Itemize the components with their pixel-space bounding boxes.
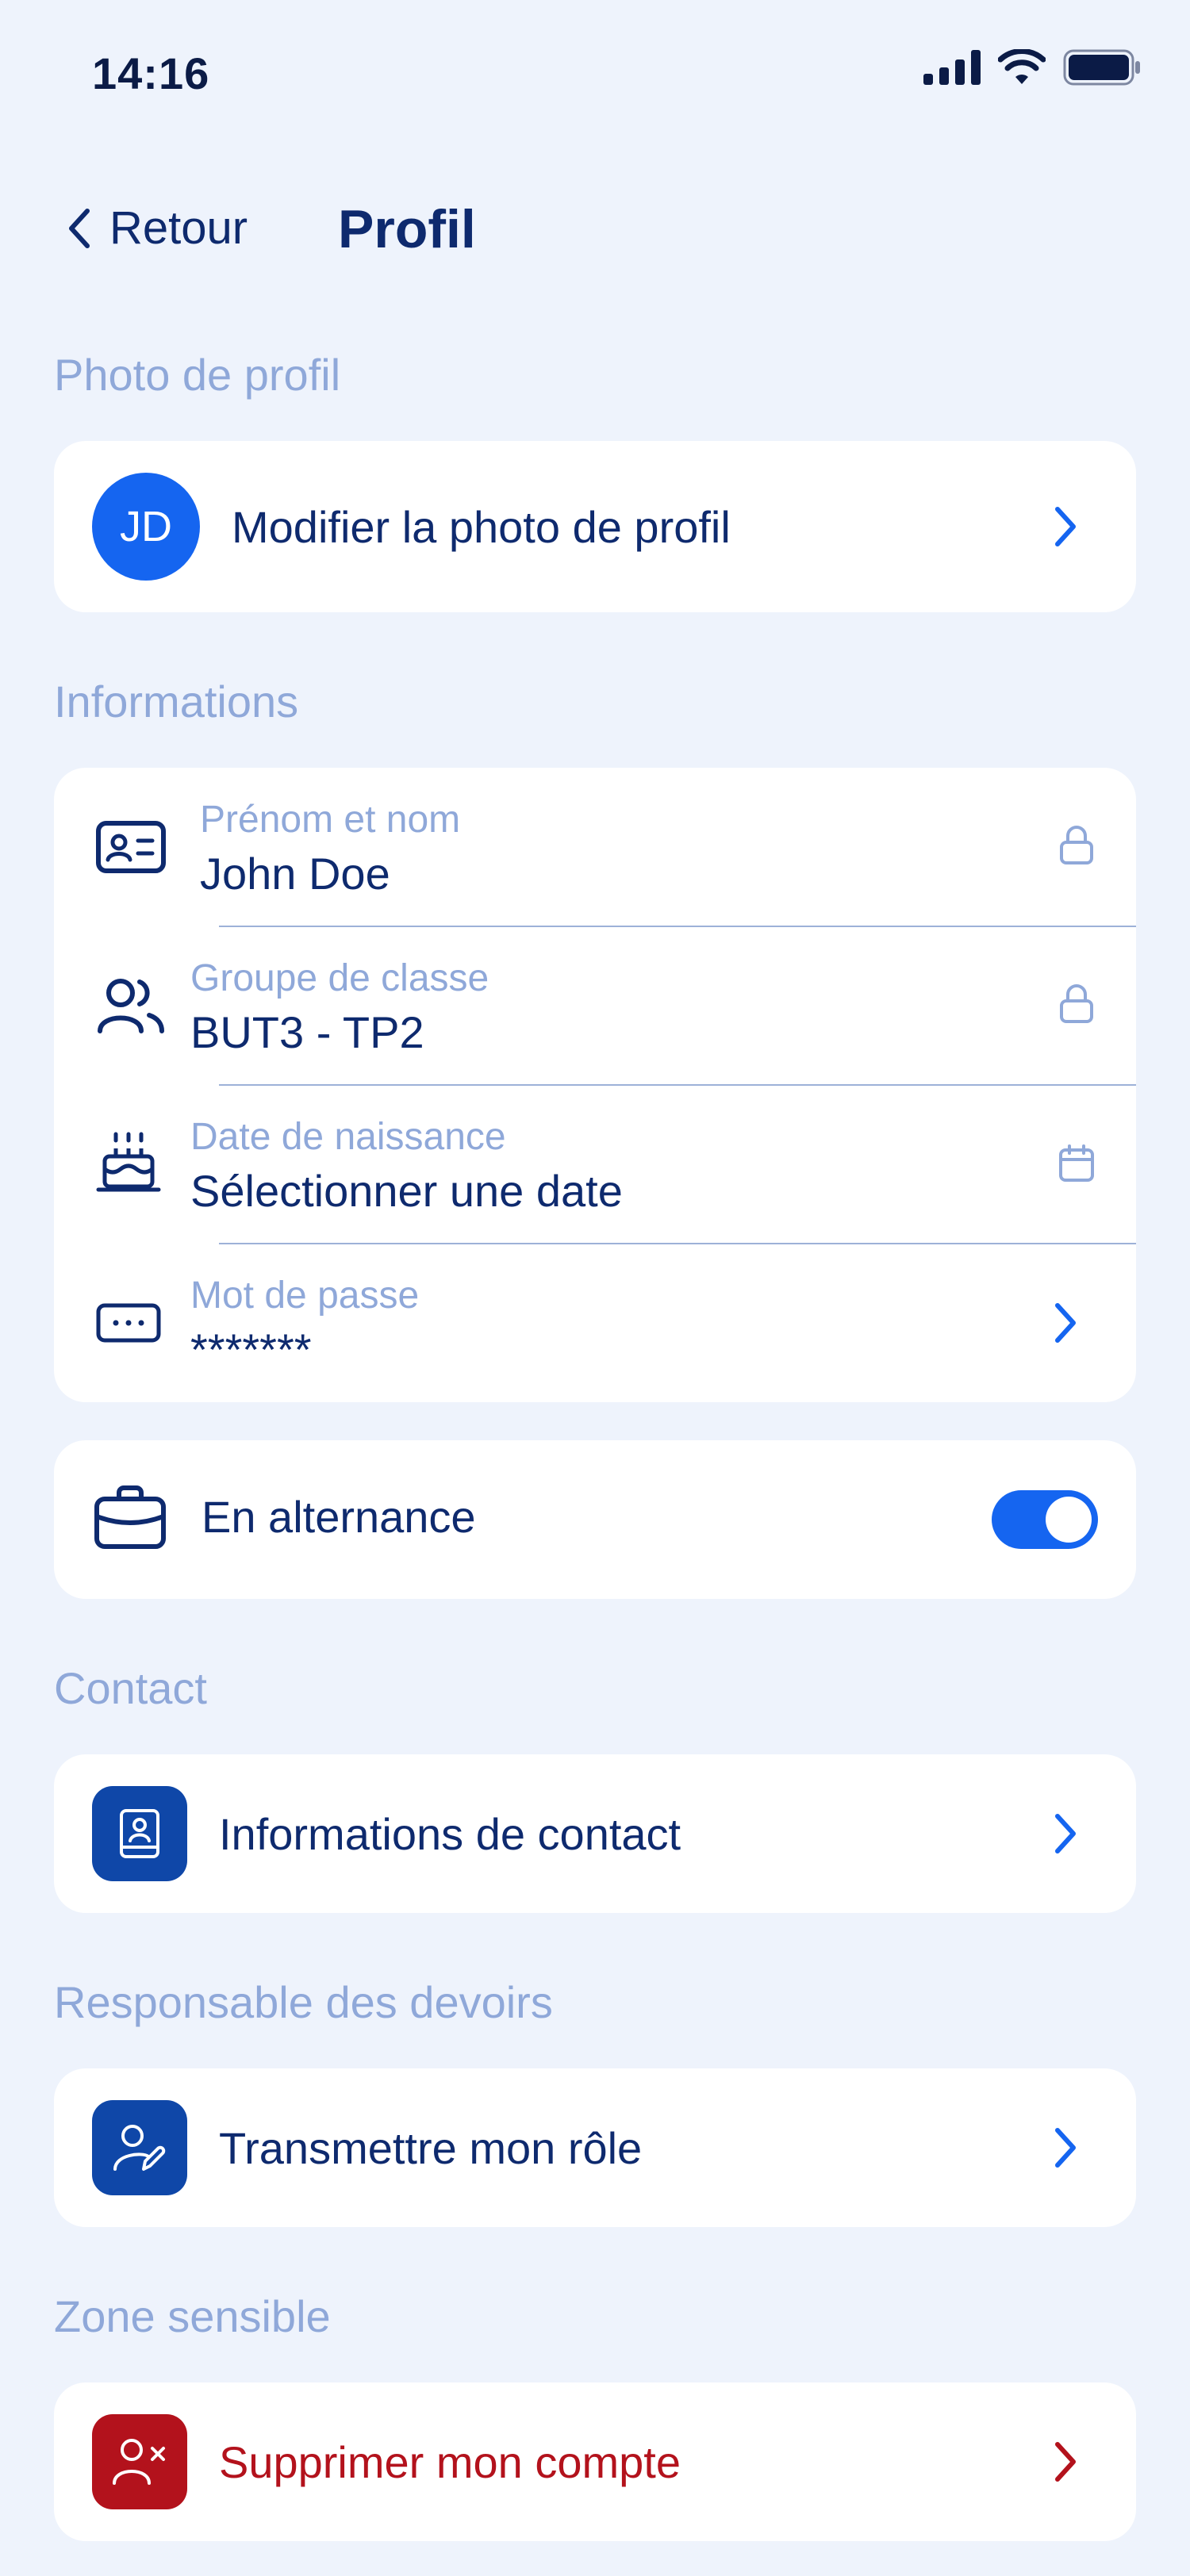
status-icons [923, 49, 1141, 86]
signal-icon [923, 50, 981, 85]
edit-photo-label: Modifier la photo de profil [232, 501, 731, 552]
avatar: JD [92, 473, 200, 581]
status-time: 14:16 [92, 48, 210, 98]
chevron-right-icon [1055, 2128, 1076, 2168]
chevron-left-icon [69, 208, 90, 248]
users-icon [98, 979, 164, 1033]
field-row-birthdate[interactable]: Date de naissance Sélectionner une date [54, 1085, 1136, 1244]
field-label-group: Groupe de classe [190, 957, 489, 999]
transfer-role-tile [92, 2100, 187, 2195]
field-row-name: Prénom et nom John Doe [54, 768, 1136, 926]
field-row-group: Groupe de classe BUT3 - TP2 [54, 926, 1136, 1085]
contact-book-icon [120, 1809, 159, 1858]
alternance-row: En alternance [54, 1440, 1136, 1599]
briefcase-icon [94, 1485, 166, 1549]
alternance-toggle[interactable] [992, 1490, 1098, 1549]
alternance-card: En alternance [54, 1440, 1136, 1599]
field-value-group: BUT3 - TP2 [190, 1007, 424, 1057]
section-label-contact: Contact [54, 1663, 207, 1713]
section-label-photo: Photo de profil [54, 350, 341, 400]
delete-account-label: Supprimer mon compte [219, 2436, 681, 2487]
id-card-icon [96, 821, 166, 873]
battery-icon [1063, 49, 1140, 86]
cake-icon [96, 1132, 161, 1192]
photo-card[interactable]: JD Modifier la photo de profil [54, 441, 1136, 612]
section-label-sensible: Zone sensible [54, 2291, 331, 2341]
section-label-responsable: Responsable des devoirs [54, 1977, 553, 2027]
chevron-right-icon [1055, 2442, 1076, 2482]
sensible-card[interactable]: Supprimer mon compte [54, 2382, 1136, 2541]
contact-row[interactable]: Informations de contact [54, 1754, 1136, 1913]
field-label-birthdate: Date de naissance [190, 1116, 506, 1158]
status-bar: 14:16 [0, 0, 1190, 143]
user-remove-icon [113, 2439, 165, 2485]
field-label-password: Mot de passe [190, 1275, 420, 1317]
lock-icon [1060, 826, 1093, 864]
lock-icon [1060, 984, 1093, 1023]
calendar-icon[interactable] [1058, 1144, 1095, 1183]
chevron-right-icon [1055, 1814, 1076, 1853]
field-row-password[interactable]: Mot de passe ******* [54, 1244, 1136, 1402]
chevron-right-icon [1055, 1303, 1076, 1343]
transfer-role-label: Transmettre mon rôle [219, 2122, 643, 2173]
page-title: Profil [338, 199, 476, 259]
field-value-password: ******* [190, 1324, 312, 1374]
responsable-card[interactable]: Transmettre mon rôle [54, 2068, 1136, 2227]
back-button[interactable]: Retour [67, 201, 248, 255]
transfer-role-row[interactable]: Transmettre mon rôle [54, 2068, 1136, 2227]
nav-bar: Retour Profil [0, 190, 1190, 278]
delete-account-row[interactable]: Supprimer mon compte [54, 2382, 1136, 2541]
delete-account-tile [92, 2414, 187, 2509]
contact-card[interactable]: Informations de contact [54, 1754, 1136, 1913]
password-icon [96, 1303, 161, 1343]
chevron-right-icon [1055, 507, 1076, 546]
user-edit-icon [113, 2125, 166, 2171]
section-label-informations: Informations [54, 677, 299, 726]
alternance-label: En alternance [202, 1492, 476, 1542]
field-value-name: John Doe [200, 849, 390, 899]
contact-label: Informations de contact [219, 1808, 681, 1859]
field-value-birthdate: Sélectionner une date [190, 1166, 623, 1216]
contact-tile [92, 1786, 187, 1881]
wifi-icon [998, 49, 1046, 84]
back-label: Retour [109, 202, 248, 254]
informations-card: Prénom et nom John Doe Groupe de classe … [54, 768, 1136, 1402]
edit-photo-row[interactable]: JD Modifier la photo de profil [54, 473, 1136, 581]
toggle-knob [1046, 1497, 1092, 1543]
field-label-name: Prénom et nom [200, 799, 461, 841]
